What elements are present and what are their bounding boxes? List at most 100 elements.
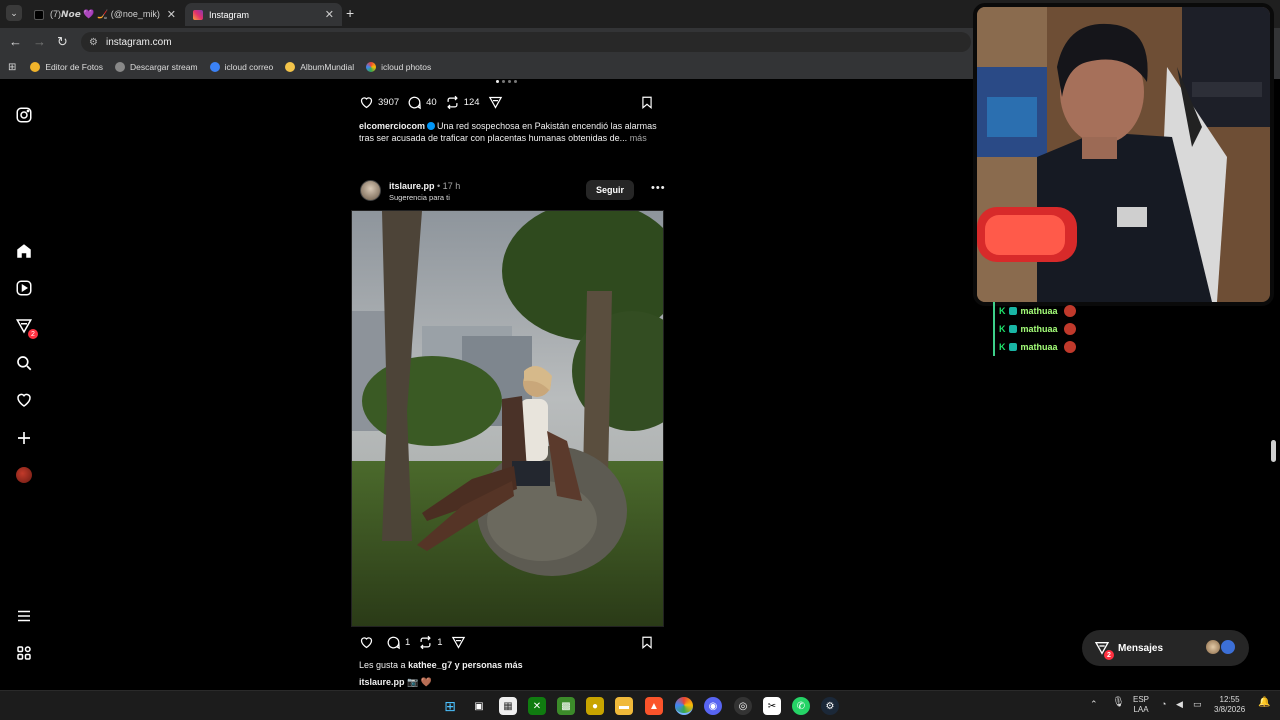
file-explorer-icon[interactable]: ▬ xyxy=(615,697,633,715)
store-icon[interactable]: ▦ xyxy=(499,697,517,715)
capcut-icon[interactable]: ✂ xyxy=(763,697,781,715)
share-button[interactable] xyxy=(488,95,507,110)
kick-icon: K xyxy=(999,324,1006,334)
save-button[interactable] xyxy=(640,95,654,115)
chat-username: mathuaa xyxy=(1020,342,1058,352)
like-button[interactable] xyxy=(359,635,378,650)
more-options-icon[interactable]: ••• xyxy=(651,182,666,194)
repost-icon xyxy=(420,635,432,650)
microphone-icon[interactable]: 🎙 xyxy=(1112,698,1125,708)
stream-chat-overlay: K mathuaa K mathuaa K mathuaa xyxy=(993,302,1076,356)
obs-icon[interactable]: ◎ xyxy=(734,697,752,715)
post-avatar[interactable] xyxy=(360,180,381,201)
more-link[interactable]: más xyxy=(630,133,647,143)
carousel-dots xyxy=(496,80,517,83)
site-info-icon[interactable]: ⚙ xyxy=(89,37,98,48)
like-button[interactable]: 3907 xyxy=(359,95,399,110)
post-image[interactable] xyxy=(351,210,664,627)
search-icon[interactable] xyxy=(14,353,34,373)
discord-icon[interactable]: ◉ xyxy=(704,697,722,715)
create-plus-icon[interactable] xyxy=(14,428,34,448)
messages-button[interactable]: 2 Mensajes xyxy=(1082,630,1249,666)
notification-bell-icon[interactable]: 🔔 xyxy=(1258,698,1270,708)
close-icon[interactable]: ✕ xyxy=(325,8,334,21)
post-action-row: 3907 40 124 xyxy=(359,95,515,110)
avatar xyxy=(16,467,32,483)
tiktok-icon xyxy=(34,9,44,20)
battery-icon[interactable]: ▭ xyxy=(1193,699,1202,709)
instagram-feed: 3907 40 124 elcomerciocom Una red sospech… xyxy=(351,80,666,690)
comment-count: 1 xyxy=(405,637,411,648)
back-icon[interactable]: ← xyxy=(9,34,22,49)
post-username[interactable]: itslaure.pp xyxy=(389,181,435,191)
bookmark-item[interactable]: Editor de Fotos xyxy=(30,62,103,72)
verified-badge-icon xyxy=(427,122,436,130)
webcam-video xyxy=(977,7,1270,302)
chat-message: K mathuaa xyxy=(993,338,1076,356)
comment-button[interactable]: 40 xyxy=(407,95,437,110)
likes-summary: Les gusta a kathee_g7 y personas más xyxy=(359,660,523,670)
xbox-icon[interactable]: ✕ xyxy=(528,697,546,715)
apps-grid-icon[interactable]: ⊞ xyxy=(8,62,16,73)
profile-avatar[interactable] xyxy=(14,465,34,485)
tab-title: (7)𝙉𝙤𝙚 💜 🏒 (@noe_mik) | TikTok xyxy=(50,9,161,19)
bookmark-icon xyxy=(30,62,41,72)
bookmark-item[interactable]: icloud correo xyxy=(209,62,273,72)
bookmark-item[interactable]: icloud photos xyxy=(366,62,431,72)
menu-hamburger-icon[interactable] xyxy=(14,606,34,626)
chrome-icon[interactable] xyxy=(675,697,693,715)
brave-icon[interactable]: ▲ xyxy=(645,697,663,715)
reload-icon[interactable]: ↻ xyxy=(57,34,68,50)
game-icon[interactable]: ● xyxy=(586,697,604,715)
minecraft-icon[interactable]: ▩ xyxy=(557,697,575,715)
instagram-logo-icon[interactable] xyxy=(14,105,34,125)
bookmark-item[interactable]: AlbumMundial xyxy=(285,62,354,72)
save-button[interactable] xyxy=(640,635,654,655)
input-language[interactable]: ESP LAA xyxy=(1133,695,1149,715)
home-icon[interactable] xyxy=(14,241,34,261)
url-text: instagram.com xyxy=(105,36,172,48)
caption-username[interactable]: itslaure.pp xyxy=(359,677,405,687)
share-button[interactable] xyxy=(451,635,470,650)
show-hidden-icons[interactable]: ⌃ xyxy=(1090,699,1098,709)
close-icon[interactable]: ✕ xyxy=(167,8,176,21)
likes-user-link[interactable]: kathee_g7 xyxy=(408,660,452,670)
notifications-heart-icon[interactable] xyxy=(14,390,34,410)
steam-icon[interactable]: ⚙ xyxy=(821,697,839,715)
post-caption: itslaure.pp 📷 🤎 xyxy=(359,677,432,688)
new-tab-button[interactable]: + xyxy=(346,5,354,21)
reels-icon[interactable] xyxy=(14,278,34,298)
tab-search-button[interactable]: ⌄ xyxy=(6,5,22,21)
kick-icon: K xyxy=(999,342,1006,352)
windows-start-icon[interactable]: ⊞ xyxy=(441,697,459,715)
bookmark-item[interactable]: Descargar stream xyxy=(115,62,198,72)
widgets-icon[interactable]: ▣ xyxy=(470,697,488,715)
messages-icon[interactable]: 2 xyxy=(14,316,38,339)
follow-button[interactable]: Seguir xyxy=(586,180,634,200)
caption-username[interactable]: elcomerciocom xyxy=(359,121,425,131)
page-scrollbar[interactable] xyxy=(1271,440,1276,462)
comment-button[interactable]: 1 xyxy=(386,635,410,650)
instagram-icon xyxy=(193,9,203,20)
address-bar[interactable]: ⚙ instagram.com xyxy=(81,32,971,52)
tab-instagram[interactable]: Instagram ✕ xyxy=(185,3,342,26)
like-count: 3907 xyxy=(378,97,400,108)
badge-icon xyxy=(1008,325,1017,333)
emote-icon xyxy=(1063,323,1076,335)
comment-count: 40 xyxy=(426,97,437,108)
clock[interactable]: 12:55 3/8/2026 xyxy=(1214,695,1245,715)
forward-icon[interactable]: → xyxy=(33,34,46,49)
whatsapp-icon[interactable]: ✆ xyxy=(792,697,810,715)
chat-message: K mathuaa xyxy=(993,302,1076,320)
comment-icon xyxy=(387,636,400,650)
repost-button[interactable]: 124 xyxy=(445,95,480,110)
wifi-icon[interactable]: ◔ xyxy=(1161,699,1166,709)
windows-taskbar: ⊞ ▣ ▦ ✕ ▩ ● ▬ ▲ ◉ ◎ ✂ ✆ ⚙ ⌃ 🎙 ESP LAA ◔ … xyxy=(0,690,1280,720)
notification-badge: 2 xyxy=(1104,650,1114,660)
chat-username: mathuaa xyxy=(1020,306,1058,316)
volume-icon[interactable]: ◀ xyxy=(1176,699,1183,709)
repost-button[interactable]: 1 xyxy=(418,635,443,650)
tab-tiktok[interactable]: (7)𝙉𝙤𝙚 💜 🏒 (@noe_mik) | TikTok ✕ xyxy=(26,3,184,26)
also-from-meta-icon[interactable] xyxy=(14,643,34,663)
bookmark-icon xyxy=(285,62,296,72)
